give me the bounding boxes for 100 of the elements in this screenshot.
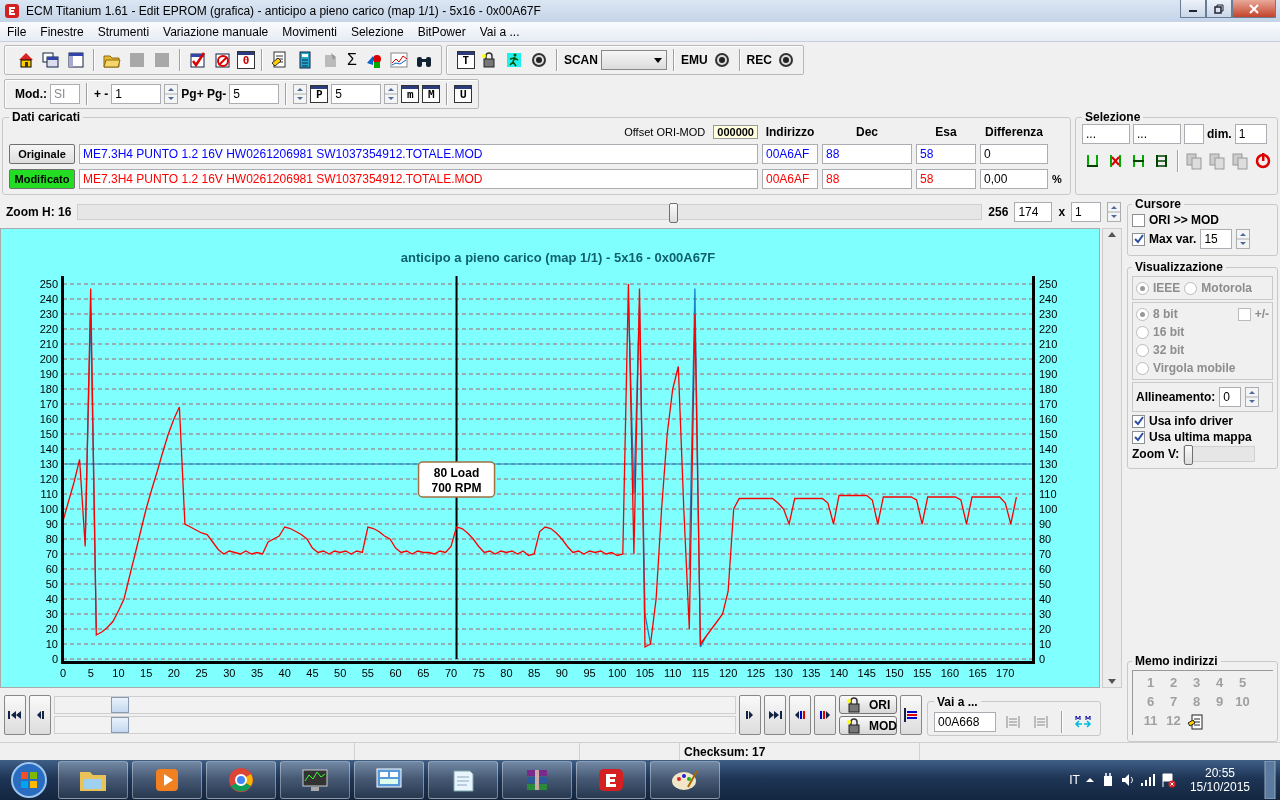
sum-button[interactable]: Σ bbox=[344, 51, 360, 69]
zoom-field[interactable]: 174 bbox=[1014, 201, 1053, 222]
runner-icon[interactable] bbox=[504, 51, 523, 69]
down-arrow-icon[interactable] bbox=[1108, 679, 1116, 684]
factor-field[interactable]: 1 bbox=[1071, 201, 1102, 222]
mod-field[interactable]: SI bbox=[50, 84, 80, 104]
max-var-field[interactable]: 15 bbox=[1200, 229, 1233, 249]
clock-time[interactable]: 20:55 bbox=[1204, 766, 1235, 780]
restore-button[interactable] bbox=[1206, 0, 1232, 18]
rec-label: REC bbox=[746, 53, 772, 67]
language-indicator[interactable]: IT bbox=[1069, 773, 1080, 787]
monitor-icon[interactable] bbox=[300, 767, 330, 793]
toolbar-button[interactable]: 0 bbox=[237, 51, 255, 69]
taskbar-button[interactable] bbox=[502, 761, 572, 799]
selection-end-field[interactable]: ... bbox=[1133, 124, 1181, 144]
menu-item[interactable]: File bbox=[0, 24, 34, 39]
target-icon[interactable] bbox=[529, 51, 548, 69]
nav-button[interactable] bbox=[739, 695, 761, 735]
slider-thumb[interactable] bbox=[669, 202, 679, 223]
checkbox[interactable] bbox=[1132, 232, 1145, 246]
app-icon[interactable] bbox=[596, 767, 626, 793]
home-icon[interactable] bbox=[17, 51, 35, 69]
spin-button[interactable] bbox=[384, 84, 399, 104]
close-icon[interactable] bbox=[1248, 3, 1260, 14]
up-arrow-icon[interactable] bbox=[1108, 232, 1116, 237]
taskbar-button[interactable] bbox=[206, 761, 276, 799]
taskbar-button[interactable] bbox=[428, 761, 498, 799]
menu-item[interactable]: Movimenti bbox=[275, 24, 344, 39]
dim-field[interactable]: 1 bbox=[1234, 124, 1267, 144]
taskbar-button[interactable] bbox=[58, 761, 128, 799]
menu-item[interactable]: Vai a ... bbox=[472, 24, 527, 39]
nav-button[interactable] bbox=[4, 695, 26, 735]
p-field[interactable]: 5 bbox=[331, 84, 382, 104]
windows-icon[interactable] bbox=[42, 51, 60, 69]
source-button[interactable]: Originale bbox=[9, 144, 75, 164]
target-icon[interactable] bbox=[776, 51, 795, 69]
taskbar-button[interactable] bbox=[650, 761, 720, 799]
spin-button[interactable] bbox=[164, 84, 179, 104]
column-header: Dec bbox=[855, 125, 879, 140]
step-field[interactable]: 1 bbox=[111, 84, 162, 104]
mod-button[interactable]: MOD bbox=[839, 716, 897, 735]
swap-icon[interactable] bbox=[902, 706, 920, 724]
nav-button[interactable] bbox=[814, 695, 836, 735]
chart-icon[interactable] bbox=[389, 51, 408, 69]
menu-item[interactable]: BitPower bbox=[410, 24, 473, 39]
page-field[interactable]: 5 bbox=[229, 84, 280, 104]
reset-icon[interactable] bbox=[1254, 152, 1272, 170]
target-icon[interactable] bbox=[712, 51, 731, 69]
address-field[interactable]: 00A668 bbox=[934, 711, 996, 732]
browser-icon[interactable] bbox=[226, 766, 256, 794]
selection-start-field[interactable]: ... bbox=[1082, 124, 1130, 144]
zoom-slider[interactable] bbox=[77, 203, 983, 220]
spin-button[interactable] bbox=[1107, 201, 1122, 222]
source-button[interactable]: Modificato bbox=[9, 168, 75, 189]
scrollbar[interactable] bbox=[1102, 228, 1122, 688]
clock-date[interactable]: 15/10/2015 bbox=[1189, 780, 1250, 794]
tick-label: 155 bbox=[912, 667, 932, 679]
checkbox[interactable] bbox=[1132, 213, 1145, 227]
taskbar-button[interactable] bbox=[354, 761, 424, 799]
calculator-icon[interactable] bbox=[296, 51, 314, 69]
zoom-max: 256 bbox=[988, 204, 1009, 219]
taskbar-button[interactable] bbox=[576, 761, 646, 799]
toolbar-button[interactable]: T bbox=[456, 51, 475, 69]
prohibited-icon[interactable] bbox=[214, 51, 232, 69]
selection-field[interactable] bbox=[1184, 124, 1204, 144]
menu-item[interactable]: Finestre bbox=[33, 24, 91, 39]
tick-label: 240 bbox=[1039, 293, 1058, 305]
restore-icon[interactable] bbox=[1214, 3, 1224, 14]
nav-button[interactable] bbox=[29, 695, 51, 735]
nav-button[interactable] bbox=[900, 695, 922, 735]
ori-button[interactable]: ORI bbox=[839, 695, 897, 714]
flag-icon[interactable] bbox=[1159, 772, 1176, 788]
spin-button[interactable] bbox=[1236, 229, 1251, 249]
taskbar-button[interactable] bbox=[280, 761, 350, 799]
spin-button[interactable] bbox=[293, 84, 308, 104]
menu-item[interactable]: Selezione bbox=[343, 24, 411, 39]
menu-item[interactable]: Variazione manuale bbox=[156, 24, 276, 39]
scrollbar[interactable] bbox=[54, 696, 736, 714]
minimize-button[interactable] bbox=[1180, 0, 1206, 18]
scrollbar[interactable] bbox=[54, 716, 736, 734]
document-icon[interactable] bbox=[271, 51, 289, 69]
nav-button[interactable] bbox=[789, 695, 811, 735]
lock-icon[interactable] bbox=[845, 716, 863, 735]
signal-icon[interactable] bbox=[1139, 772, 1156, 788]
speaker-icon[interactable] bbox=[1119, 772, 1136, 788]
menu-item[interactable]: Strumenti bbox=[90, 24, 157, 39]
caret-icon[interactable] bbox=[653, 57, 662, 63]
lock-icon[interactable] bbox=[479, 51, 498, 69]
lock-icon[interactable] bbox=[845, 695, 863, 714]
window-icon[interactable] bbox=[67, 51, 85, 69]
nav-button[interactable] bbox=[764, 695, 786, 735]
toolbar-button[interactable]: U bbox=[454, 85, 473, 103]
checkbox-icon[interactable] bbox=[189, 51, 207, 69]
toolbar-button[interactable]: M bbox=[422, 85, 441, 103]
close-button[interactable] bbox=[1232, 0, 1276, 18]
taskbar-button[interactable] bbox=[132, 761, 202, 799]
tick-label: 170 bbox=[1039, 398, 1058, 410]
toolbar-button[interactable]: P bbox=[310, 85, 329, 103]
tick-label: 110 bbox=[40, 488, 58, 500]
toolbar-button[interactable]: m bbox=[401, 85, 420, 103]
